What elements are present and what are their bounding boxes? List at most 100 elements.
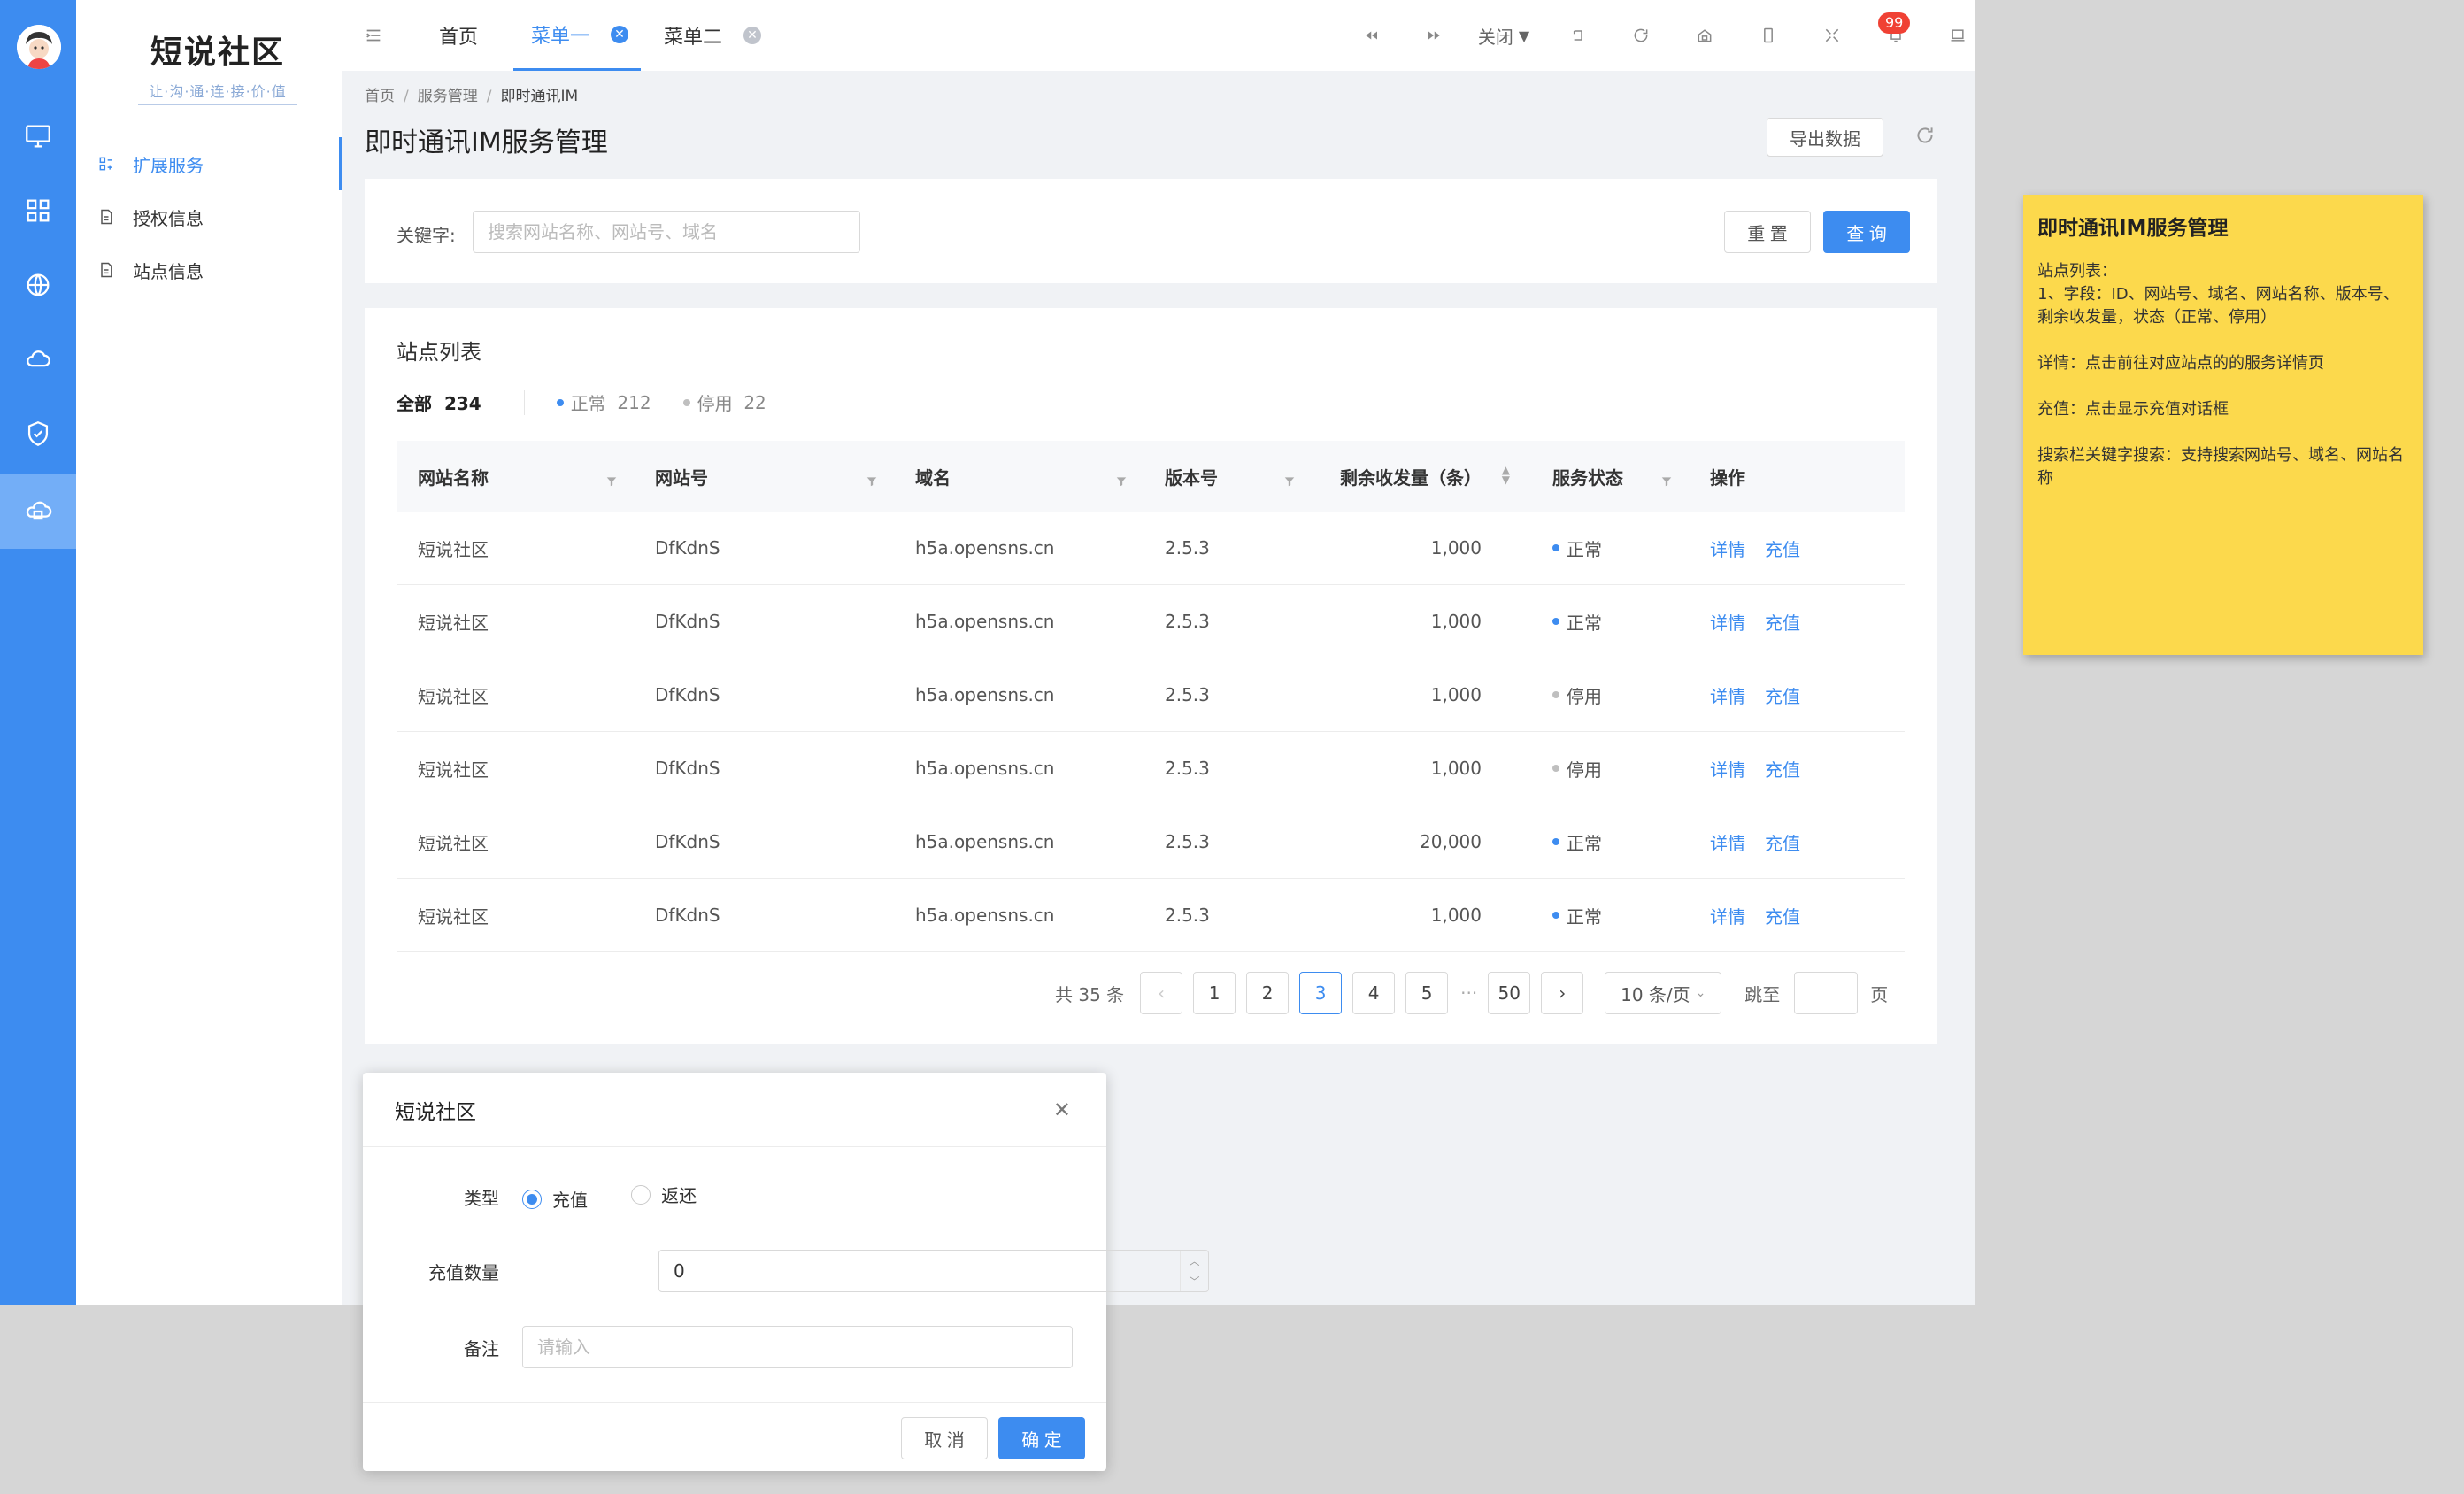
tab-menu-two[interactable]: 菜单二 ✕ xyxy=(664,0,762,71)
tab-menu-one[interactable]: 菜单一 ✕ xyxy=(513,0,642,71)
radio-refund[interactable]: 返还 xyxy=(631,1182,697,1207)
status-dot xyxy=(556,398,564,406)
grid-icon[interactable] xyxy=(0,173,76,248)
page-button-4[interactable]: 4 xyxy=(1352,972,1396,1014)
column-title: 剩余收发量（条） xyxy=(1340,466,1482,489)
status-dot xyxy=(1552,691,1559,698)
tab-home[interactable]: 首页 xyxy=(439,0,478,71)
amount-value: 0 xyxy=(674,1260,685,1282)
filter-icon[interactable] xyxy=(1660,471,1673,487)
chevron-down-icon[interactable]: ﹀ xyxy=(1189,1274,1199,1289)
refresh-icon[interactable] xyxy=(1625,19,1657,51)
scroll-right-icon[interactable] xyxy=(1418,19,1450,51)
filter-icon[interactable] xyxy=(1115,471,1128,487)
table-row: 短说社区 DfKdnS h5a.opensns.cn 2.5.3 20,000 正常 详情充… xyxy=(397,805,1905,879)
filter-icon[interactable] xyxy=(866,471,878,487)
cell-domain: h5a.opensns.cn xyxy=(915,611,1055,632)
lock-icon[interactable] xyxy=(1689,19,1721,51)
breadcrumb-item-service[interactable]: 服务管理 xyxy=(418,88,478,105)
cloud-icon[interactable] xyxy=(0,322,76,397)
confirm-button[interactable]: 确 定 xyxy=(998,1417,1085,1459)
cell-site-name: 短说社区 xyxy=(418,612,489,634)
next-page-button[interactable]: › xyxy=(1541,972,1584,1014)
cell-remaining: 1,000 xyxy=(1430,905,1482,926)
reset-button[interactable]: 重 置 xyxy=(1724,211,1811,253)
cell-status: 正常 xyxy=(1531,879,1689,951)
sort-icon[interactable]: ▲ ▼ xyxy=(1502,465,1510,485)
recharge-link[interactable]: 充值 xyxy=(1765,756,1800,782)
recharge-link[interactable]: 充值 xyxy=(1765,903,1800,928)
cell-actions: 详情 充值 xyxy=(1689,805,1905,878)
export-data-button[interactable]: 导出数据 xyxy=(1767,118,1883,157)
tab-close-icon[interactable]: ✕ xyxy=(743,27,762,44)
recharge-link[interactable]: 充值 xyxy=(1765,609,1800,635)
note-title: 即时通讯IM服务管理 xyxy=(2037,217,2229,240)
fullscreen-icon[interactable] xyxy=(1816,19,1848,51)
query-button[interactable]: 查 询 xyxy=(1823,211,1910,253)
amount-stepper[interactable]: 0 ︿ ﹀ xyxy=(658,1250,1209,1292)
avatar[interactable] xyxy=(17,25,61,69)
page-button-last[interactable]: 50 xyxy=(1488,972,1531,1014)
mobile-icon[interactable] xyxy=(1752,19,1784,51)
sidebar-item-label: 授权信息 xyxy=(133,207,204,229)
filter-icon[interactable] xyxy=(1283,471,1296,487)
refresh-icon[interactable] xyxy=(1913,124,1938,149)
menu-collapse-icon[interactable] xyxy=(358,19,389,51)
table-body: 短说社区 DfKdnS h5a.opensns.cn 2.5.3 1,000 正常 详情 充值… xyxy=(397,512,1905,952)
laptop-icon[interactable] xyxy=(1942,19,1974,51)
prev-page-button[interactable]: ‹ xyxy=(1140,972,1183,1014)
cell-site-name: 短说社区 xyxy=(418,759,489,781)
chevron-up-icon[interactable]: ︿ xyxy=(1189,1253,1199,1268)
table-row: 短说社区 DfKdnS h5a.opensns.cn 2.5.3 1,000 正常 详情 充值 xyxy=(397,879,1905,952)
globe-icon[interactable] xyxy=(0,248,76,322)
status-text: 正常 xyxy=(1567,612,1602,634)
stepper-controls[interactable]: ︿ ﹀ xyxy=(1180,1251,1208,1291)
logo-title: 短说社区 xyxy=(150,34,285,71)
filter-normal[interactable]: 正常 212 xyxy=(556,389,651,415)
note-paragraph: 充值：点击显示充值对话框 xyxy=(2037,400,2229,419)
sidebar-item-label: 扩展服务 xyxy=(133,154,204,176)
page-button-3[interactable]: 3 xyxy=(1299,972,1343,1014)
pagination: 共 35 条 ‹ 1 2 3 4 5 ··· 50 › 10 条/页 ⌄ 跳至 页 xyxy=(1055,972,1888,1014)
page-ellipsis[interactable]: ··· xyxy=(1460,982,1477,1004)
breadcrumb: 首页 / 服务管理 / 即时通讯IM xyxy=(365,83,578,105)
detail-link[interactable]: 详情 xyxy=(1710,903,1745,928)
detail-link[interactable]: 详情 xyxy=(1710,756,1745,782)
recharge-link[interactable]: 充值 xyxy=(1765,829,1800,855)
tab-close-icon[interactable]: ✕ xyxy=(611,25,629,43)
type-row: 类型 充值 返还 xyxy=(363,1175,1106,1218)
filter-stopped[interactable]: 停用 22 xyxy=(682,389,766,415)
note-paragraph: 站点列表： 1、字段：ID、网站号、域名、网站名称、版本号、剩余收发量，状态（正… xyxy=(2037,262,2399,327)
page-button-2[interactable]: 2 xyxy=(1246,972,1290,1014)
jump-page-input[interactable] xyxy=(1794,972,1859,1014)
breadcrumb-item-home[interactable]: 首页 xyxy=(365,88,395,105)
detail-link[interactable]: 详情 xyxy=(1710,535,1745,561)
sidebar-item-license-info[interactable]: 授权信息 xyxy=(76,190,342,243)
return-icon[interactable] xyxy=(1561,19,1593,51)
search-panel: 关键字: 重 置 查 询 xyxy=(365,179,1937,283)
recharge-link[interactable]: 充值 xyxy=(1765,535,1800,561)
close-dropdown[interactable]: 关闭 ▼ xyxy=(1464,19,1544,51)
filter-icon[interactable] xyxy=(605,471,618,487)
filter-all[interactable]: 全部 234 xyxy=(397,389,481,415)
page-button-1[interactable]: 1 xyxy=(1193,972,1236,1014)
page-button-5[interactable]: 5 xyxy=(1405,972,1449,1014)
detail-link[interactable]: 详情 xyxy=(1710,682,1745,708)
recharge-link[interactable]: 充值 xyxy=(1765,682,1800,708)
radio-recharge[interactable]: 充值 xyxy=(522,1186,588,1212)
cloud-service-icon[interactable] xyxy=(0,474,76,549)
close-icon[interactable]: ✕ xyxy=(1053,1097,1071,1122)
cell-version: 2.5.3 xyxy=(1165,611,1210,632)
page-size-select[interactable]: 10 条/页 ⌄ xyxy=(1605,972,1722,1014)
shield-check-icon[interactable] xyxy=(0,397,76,471)
sidebar-item-site-info[interactable]: 站点信息 xyxy=(76,243,342,296)
status-dot xyxy=(1552,618,1559,625)
detail-link[interactable]: 详情 xyxy=(1710,829,1745,855)
monitor-icon[interactable] xyxy=(0,99,76,173)
remark-input[interactable] xyxy=(522,1326,1073,1368)
scroll-left-icon[interactable] xyxy=(1356,19,1388,51)
cancel-button[interactable]: 取 消 xyxy=(901,1417,988,1459)
sidebar-item-extension-service[interactable]: 扩展服务 xyxy=(76,137,342,190)
detail-link[interactable]: 详情 xyxy=(1710,609,1745,635)
keyword-search-input[interactable] xyxy=(473,211,860,253)
